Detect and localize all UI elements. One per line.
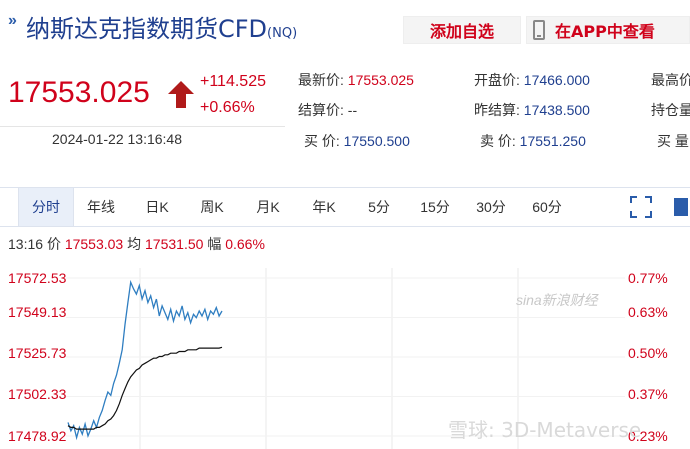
bid-volume-field: 买 量 bbox=[657, 131, 689, 151]
more-icon[interactable] bbox=[672, 196, 690, 218]
tab-intraday[interactable]: 分时 bbox=[18, 188, 74, 226]
tab-yearly-k[interactable]: 年K bbox=[300, 188, 348, 226]
ask-price-label: 卖 价: bbox=[480, 133, 516, 149]
view-in-app-button[interactable]: 在APP中查看 bbox=[526, 16, 690, 44]
settle-price-field: 结算价: -- bbox=[298, 100, 357, 120]
title-bar: » 纳斯达克指数期货CFD(NQ) 添加自选 在APP中查看 bbox=[0, 0, 690, 50]
info-amp-value: 0.66% bbox=[225, 236, 265, 252]
y-axis-label-left: 17549.13 bbox=[8, 304, 67, 320]
ask-price-value: 17551.250 bbox=[519, 133, 586, 149]
page-title-text: 纳斯达克指数期货CFD bbox=[26, 15, 268, 43]
latest-price-value: 17553.025 bbox=[347, 72, 414, 88]
latest-price-label: 最新价: bbox=[298, 72, 344, 88]
chart-period-tabs: 分时 年线 日K 周K 月K 年K 5分 15分 30分 60分 bbox=[0, 187, 690, 227]
tab-year-line[interactable]: 年线 bbox=[76, 188, 126, 226]
high-price-field: 最高价 bbox=[651, 70, 690, 90]
y-axis-label-left: 17478.92 bbox=[8, 428, 67, 444]
info-price-label: 价 bbox=[46, 236, 61, 252]
ask-price-field: 卖 价: 17551.250 bbox=[480, 131, 586, 151]
phone-icon bbox=[533, 20, 545, 40]
y-axis-label-right: 0.37% bbox=[628, 386, 668, 402]
settle-price-label: 结算价: bbox=[298, 102, 344, 118]
y-axis-label-left: 17502.33 bbox=[8, 386, 67, 402]
open-price-value: 17466.000 bbox=[523, 72, 590, 88]
price-change: +114.525 bbox=[200, 73, 266, 90]
open-price-label: 开盘价: bbox=[474, 72, 520, 88]
info-time: 13:16 bbox=[8, 236, 44, 252]
y-axis-label-right: 0.63% bbox=[628, 304, 668, 320]
bid-price-label: 买 价: bbox=[304, 133, 340, 149]
fullscreen-icon[interactable] bbox=[630, 196, 652, 218]
info-avg-value: 17531.50 bbox=[145, 236, 204, 252]
view-in-app-label: 在APP中查看 bbox=[555, 22, 655, 41]
add-favorite-button[interactable]: 添加自选 bbox=[403, 16, 521, 44]
bid-price-value: 17550.500 bbox=[343, 133, 410, 149]
tab-30min[interactable]: 30分 bbox=[467, 188, 515, 226]
prev-settle-field: 昨结算: 17438.500 bbox=[474, 100, 590, 120]
info-avg-label: 均 bbox=[127, 236, 142, 252]
prev-settle-value: 17438.500 bbox=[523, 102, 590, 118]
current-price: 17553.025 bbox=[8, 76, 150, 109]
position-label: 持仓量 bbox=[651, 102, 690, 118]
y-axis-label-right: 0.77% bbox=[628, 270, 668, 286]
position-field: 持仓量 bbox=[651, 100, 690, 120]
bid-volume-label: 买 量 bbox=[657, 133, 689, 149]
bid-price-field: 买 价: 17550.500 bbox=[304, 131, 410, 151]
arrow-up-icon bbox=[168, 81, 194, 108]
high-price-label: 最高价 bbox=[651, 72, 690, 88]
y-axis-label-left: 17572.53 bbox=[8, 270, 67, 286]
tab-monthly-k[interactable]: 月K bbox=[244, 188, 292, 226]
prev-settle-label: 昨结算: bbox=[474, 102, 520, 118]
settle-price-value: -- bbox=[347, 102, 358, 118]
open-price-field: 开盘价: 17466.000 bbox=[474, 70, 590, 90]
page-title: 纳斯达克指数期货CFD(NQ) bbox=[26, 9, 297, 44]
tab-60min[interactable]: 60分 bbox=[523, 188, 571, 226]
price-series-line bbox=[67, 279, 223, 441]
add-favorite-label: 添加自选 bbox=[429, 22, 494, 41]
info-price-value: 17553.03 bbox=[64, 236, 124, 252]
tab-weekly-k[interactable]: 周K bbox=[188, 188, 236, 226]
double-arrow-icon: » bbox=[8, 12, 17, 29]
average-series-line bbox=[67, 346, 223, 430]
latest-price-field: 最新价: 17553.025 bbox=[298, 70, 414, 90]
symbol-code: (NQ) bbox=[267, 26, 298, 41]
info-amp-label: 幅 bbox=[207, 236, 222, 252]
quote-datetime: 2024-01-22 13:16:48 bbox=[52, 131, 182, 147]
sina-watermark: sina新浪财经 bbox=[516, 292, 598, 308]
tab-5min[interactable]: 5分 bbox=[357, 188, 401, 226]
xueqiu-watermark: 雪球: 3D-Metaverse bbox=[448, 418, 642, 442]
tab-15min[interactable]: 15分 bbox=[411, 188, 459, 226]
y-axis-label-left: 17525.73 bbox=[8, 345, 67, 361]
tab-daily-k[interactable]: 日K bbox=[133, 188, 181, 226]
divider bbox=[0, 126, 285, 127]
y-axis-label-right: 0.50% bbox=[628, 345, 668, 361]
cursor-info-line: 13:16 价 17553.03 均 17531.50 幅 0.66% bbox=[8, 234, 265, 254]
price-change-pct: +0.66% bbox=[200, 99, 255, 116]
